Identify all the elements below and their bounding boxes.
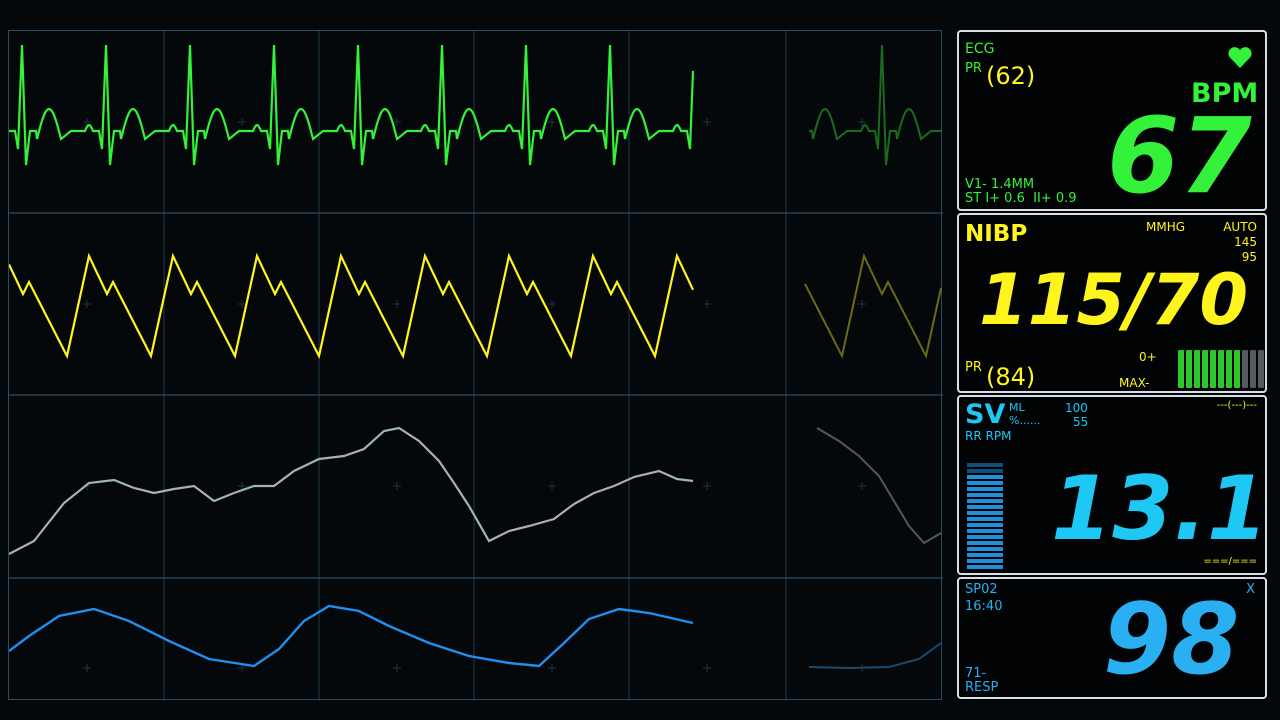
sv-stack-segment: [967, 535, 1003, 539]
sv-panel[interactable]: SV ML %...... RR RPM 100 55 ---(---)--- …: [957, 395, 1269, 575]
sv-stack-segment: [967, 463, 1003, 467]
sv-stack-segment: [967, 481, 1003, 485]
sv-waveform-fade: [816, 427, 942, 545]
nibp-scale-bottom: MAX-: [1119, 376, 1150, 390]
sv-unit-ml: ML: [1009, 401, 1025, 414]
nibp-mode: AUTO: [1223, 220, 1257, 234]
waveform-svg: [9, 31, 943, 701]
nibp-scale-top: 0+: [1139, 350, 1157, 364]
nibp-bar-segment: [1218, 350, 1224, 388]
ecg-waveform-fade: [809, 44, 941, 166]
nibp-pr-value: (84): [986, 363, 1036, 391]
sv-stack-segment: [967, 487, 1003, 491]
nibp-waveform-fade: [804, 252, 942, 359]
sv-stack-segment: [967, 511, 1003, 515]
heart-icon: [1228, 47, 1252, 68]
sv-stack-segment: [967, 523, 1003, 527]
sv-stack-segment: [967, 541, 1003, 545]
sv-top-right: ---(---)---: [1216, 400, 1257, 411]
spo2-close-icon[interactable]: X: [1246, 583, 1255, 596]
sv-stack-segment: [967, 517, 1003, 521]
pleth-waveform-fade: [808, 642, 942, 670]
sv-limit-high: 100: [1065, 401, 1088, 415]
sv-stack-segment: [967, 553, 1003, 557]
sv-stack-segment: [967, 499, 1003, 503]
nibp-waveform: [9, 252, 694, 360]
sv-stack-segment: [967, 469, 1003, 473]
nibp-value: 115/70: [979, 259, 1249, 341]
spo2-panel[interactable]: SP02 16:40 X 98 71- RESP: [957, 577, 1267, 699]
pleth-waveform: [9, 604, 694, 668]
sv-stack-segment: [967, 547, 1003, 551]
spo2-bottom-2: RESP: [965, 680, 999, 695]
waveform-display: [8, 30, 943, 701]
sv-stack-segment: [967, 493, 1003, 497]
sv-bottom-right: ===/===: [1203, 556, 1257, 567]
ecg-pr-label: PR: [965, 61, 982, 76]
spo2-value: 98: [1103, 583, 1240, 697]
nibp-bar-segment: [1186, 350, 1192, 388]
heart-rate-value: 67: [1107, 95, 1252, 217]
ecg-panel[interactable]: ECG PR (62) BPM 67 V1- 1.4MM ST I+ 0.6 I…: [957, 30, 1267, 211]
sv-stack-segment: [967, 559, 1003, 563]
nibp-bar-segment: [1202, 350, 1208, 388]
sv-label: SV: [965, 399, 1006, 430]
sv-stack-segment: [967, 505, 1003, 509]
nibp-bar-segment: [1210, 350, 1216, 388]
spo2-bottom-1: 71-: [965, 666, 987, 681]
sv-unit-pct: %......: [1009, 414, 1041, 427]
sv-limit-low: 55: [1073, 415, 1089, 429]
nibp-panel[interactable]: NIBP MMHG AUTO 145 95 115/70 PR (84) 0+ …: [957, 213, 1267, 393]
ecg-label: ECG: [965, 41, 995, 57]
nibp-bar-segment: [1242, 350, 1248, 388]
ecg-waveform: [9, 44, 695, 166]
nibp-bar-segment: [1250, 350, 1256, 388]
spo2-time: 16:40: [965, 599, 1003, 614]
st-line-1: V1- 1.4MM: [965, 177, 1035, 192]
ecg-pr-value: (62): [986, 62, 1036, 90]
nibp-unit: MMHG: [1146, 220, 1186, 234]
spo2-label: SP02: [965, 582, 998, 597]
nibp-bar-segment: [1234, 350, 1240, 388]
st-line-2: ST I+ 0.6 II+ 0.9: [965, 191, 1077, 206]
sv-sub-label: RR RPM: [965, 429, 1012, 443]
nibp-label: NIBP: [965, 221, 1028, 247]
sv-waveform: [9, 426, 694, 555]
nibp-bar-segment: [1258, 350, 1264, 388]
nibp-limit-high: 145: [1234, 235, 1257, 249]
nibp-bar-segment: [1178, 350, 1184, 388]
sv-stack-segment: [967, 529, 1003, 533]
nibp-pr-label: PR: [965, 360, 982, 375]
sv-stack-segment: [967, 565, 1003, 569]
nibp-bar-segment: [1226, 350, 1232, 388]
sv-stack-segment: [967, 475, 1003, 479]
nibp-bar-segment: [1194, 350, 1200, 388]
sv-value: 13.1: [1051, 457, 1269, 560]
